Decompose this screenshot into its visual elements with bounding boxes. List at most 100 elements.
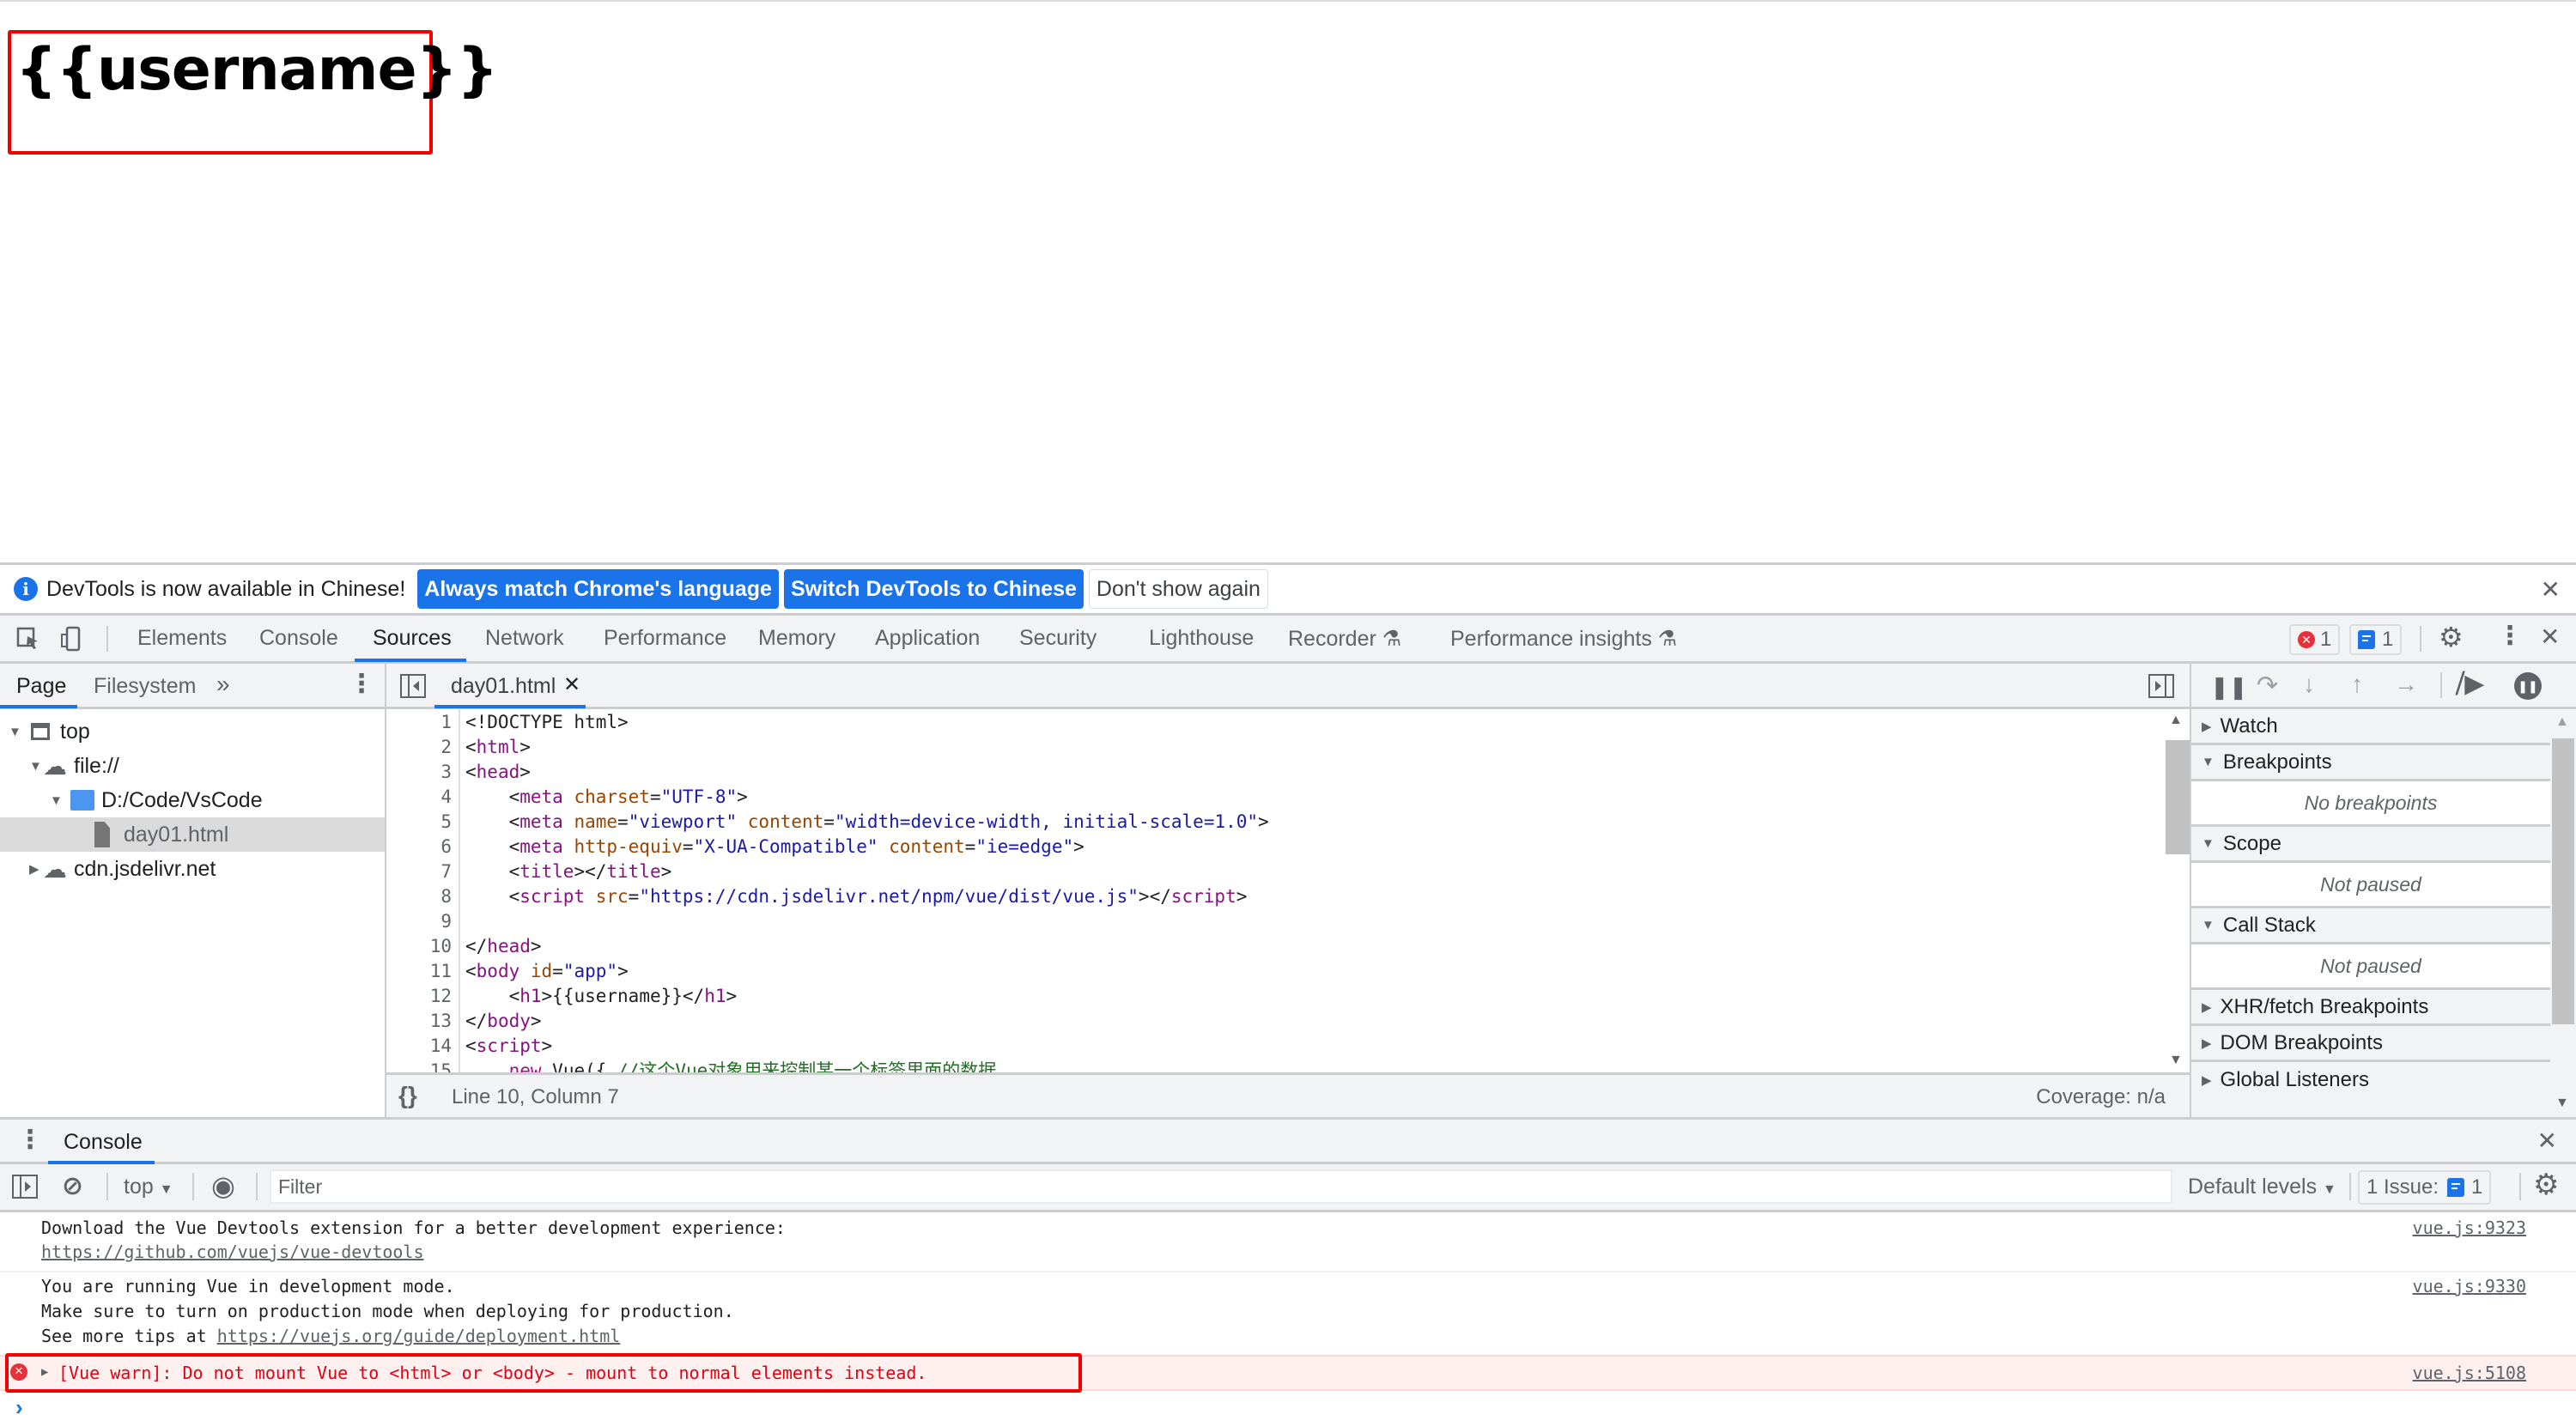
pretty-print-icon[interactable]: {} xyxy=(398,1082,417,1109)
device-toolbar-icon[interactable] xyxy=(60,626,86,656)
scroll-up-arrow-icon[interactable]: ▲ xyxy=(2555,714,2569,730)
error-count-badge[interactable]: ✕ 1 xyxy=(2289,624,2341,655)
debugger-scrollbar[interactable]: ▲ ▼ xyxy=(2550,709,2576,1117)
toolbar-divider xyxy=(2519,1173,2521,1200)
tab-lighthouse[interactable]: Lighthouse xyxy=(1149,626,1254,651)
message-source-link[interactable]: vue.js:9323 xyxy=(2413,1218,2526,1238)
pane-dom-breakpoints[interactable]: ▶ DOM Breakpoints xyxy=(2191,1026,2550,1062)
live-expression-eye-icon[interactable]: ◉ xyxy=(211,1169,235,1202)
toggle-debugger-icon[interactable] xyxy=(2148,674,2174,702)
tab-recorder[interactable]: Recorder ⚗ xyxy=(1288,626,1401,652)
pane-watch[interactable]: ▶ Watch xyxy=(2191,709,2550,745)
breakpoints-empty: No breakpoints xyxy=(2191,781,2550,827)
log-levels-label: Default levels xyxy=(2188,1175,2318,1199)
tab-network[interactable]: Network xyxy=(485,626,564,651)
issues-button[interactable]: 1 Issue: 1 xyxy=(2358,1170,2492,1205)
step-icon[interactable]: → xyxy=(2394,671,2418,698)
tab-console[interactable]: Console xyxy=(259,626,338,651)
pane-xhr-breakpoints[interactable]: ▶ XHR/fetch Breakpoints xyxy=(2191,990,2550,1026)
code-text: </head> xyxy=(465,936,542,956)
page-heading: {{username}} xyxy=(15,36,498,104)
scrollbar-thumb[interactable] xyxy=(2166,740,2190,854)
show-sidebar-icon[interactable] xyxy=(12,1175,38,1203)
tree-item-top[interactable]: ▼ top xyxy=(0,714,385,749)
log-levels-dropdown[interactable]: Default levels ▼ xyxy=(2188,1175,2336,1199)
context-selector[interactable]: top ▼ xyxy=(124,1175,173,1199)
tree-item-day01[interactable]: day01.html xyxy=(0,817,385,852)
message-link[interactable]: https://vuejs.org/guide/deployment.html xyxy=(217,1326,621,1346)
issues-count: 1 xyxy=(2471,1175,2483,1199)
pane-label: Global Listeners xyxy=(2220,1068,2369,1091)
tab-memory[interactable]: Memory xyxy=(758,626,835,651)
tree-item-file[interactable]: ▼ ☁ file:// xyxy=(0,749,385,783)
code-area[interactable]: 1 <!DOCTYPE html> 2 <html> 3 <head> 4 <meta… xyxy=(386,709,2164,1072)
issues-label: 1 Issue: xyxy=(2366,1175,2439,1199)
scroll-up-arrow-icon[interactable]: ▲ xyxy=(2169,713,2183,728)
navigator-tabs: Page Filesystem » ⋮ xyxy=(0,664,385,709)
tab-application[interactable]: Application xyxy=(875,626,980,651)
message-source-link[interactable]: vue.js:9330 xyxy=(2413,1276,2526,1296)
code-line: 3 <head> xyxy=(386,760,2155,785)
navigator-menu-icon[interactable]: ⋮ xyxy=(349,669,374,699)
message-source-link[interactable]: vue.js:5108 xyxy=(2413,1363,2526,1383)
message-link[interactable]: https://github.com/vuejs/vue-devtools xyxy=(41,1242,424,1262)
console-message: Download the Vue Devtools extension for … xyxy=(0,1212,2576,1272)
step-over-icon[interactable]: ↷ xyxy=(2257,671,2278,701)
navigator-tab-page[interactable]: Page xyxy=(16,674,66,699)
close-drawer-icon[interactable]: ✕ xyxy=(2537,1126,2557,1155)
code-line: 14 <script> xyxy=(386,1034,2155,1059)
message-prefix: See more tips at xyxy=(41,1326,217,1346)
close-tab-icon[interactable]: ✕ xyxy=(563,672,580,697)
tab-security[interactable]: Security xyxy=(1019,626,1097,651)
tab-performance[interactable]: Performance xyxy=(604,626,726,651)
close-infobar-icon[interactable]: ✕ xyxy=(2541,575,2561,604)
scroll-down-arrow-icon[interactable]: ▼ xyxy=(2555,1096,2569,1111)
pane-call-stack[interactable]: ▼ Call Stack xyxy=(2191,908,2550,944)
expanded-arrow-icon: ▼ xyxy=(2202,918,2215,932)
console-settings-gear-icon[interactable]: ⚙ xyxy=(2533,1168,2559,1202)
tree-item-folder[interactable]: ▼ D:/Code/VsCode xyxy=(0,783,385,817)
pane-scope[interactable]: ▼ Scope xyxy=(2191,827,2550,863)
close-devtools-icon[interactable]: ✕ xyxy=(2540,622,2560,651)
drawer-menu-icon[interactable]: ⋮ xyxy=(17,1125,43,1155)
scroll-down-arrow-icon[interactable]: ▼ xyxy=(2169,1053,2183,1068)
tab-performance-insights[interactable]: Performance insights ⚗ xyxy=(1450,626,1677,652)
message-count-badge[interactable]: 1 xyxy=(2349,624,2403,655)
code-line: 1 <!DOCTYPE html> xyxy=(386,710,2155,735)
tab-elements[interactable]: Elements xyxy=(137,626,227,651)
line-number: 1 xyxy=(440,712,452,732)
code-line: 4 <meta charset="UTF-8"> xyxy=(386,785,2155,810)
clear-console-icon[interactable]: ⊘ xyxy=(62,1171,83,1201)
console-message: You are running Vue in development mode.… xyxy=(0,1272,2576,1353)
console-filter-input[interactable]: Filter xyxy=(270,1169,2172,1204)
pause-script-icon[interactable]: ❚❚ xyxy=(2210,674,2248,701)
deactivate-breakpoints-icon[interactable]: ⧸▶ xyxy=(2456,669,2484,699)
line-number: 2 xyxy=(440,737,452,757)
settings-gear-icon[interactable]: ⚙ xyxy=(2439,621,2464,653)
pane-global-listeners[interactable]: ▶ Global Listeners xyxy=(2191,1062,2550,1098)
code-line: 12 <h1>{{username}}</h1> xyxy=(386,984,2155,1009)
pause-on-exceptions-icon[interactable]: ❚❚ xyxy=(2514,672,2542,700)
always-match-language-button[interactable]: Always match Chrome's language xyxy=(417,569,779,609)
tree-item-cdn[interactable]: ▶ ☁ cdn.jsdelivr.net xyxy=(0,852,385,886)
tab-sources[interactable]: Sources xyxy=(373,626,452,651)
navigator-tab-filesystem[interactable]: Filesystem xyxy=(94,674,196,699)
console-prompt-icon[interactable]: › xyxy=(15,1394,23,1421)
step-out-icon[interactable]: ↑ xyxy=(2351,671,2363,698)
line-number: 11 xyxy=(429,961,452,981)
step-into-icon[interactable]: ↓ xyxy=(2303,671,2315,698)
editor-scrollbar[interactable]: ▲ ▼ xyxy=(2164,709,2190,1072)
language-infobar: i DevTools is now available in Chinese! … xyxy=(0,562,2576,616)
console-toolbar: ⊘ top ▼ ◉ Filter Default levels ▼ 1 Issu… xyxy=(0,1164,2576,1212)
more-options-icon[interactable]: ⋮ xyxy=(2497,621,2523,651)
more-tabs-icon[interactable]: » xyxy=(216,671,230,698)
editor-tab-day01[interactable]: day01.html xyxy=(451,674,556,699)
dont-show-again-button[interactable]: Don't show again xyxy=(1088,569,1268,609)
switch-to-chinese-button[interactable]: Switch DevTools to Chinese xyxy=(783,569,1084,609)
pane-breakpoints[interactable]: ▼ Breakpoints xyxy=(2191,745,2550,781)
code-line: 6 <meta http-equiv="X-UA-Compatible" con… xyxy=(386,835,2155,859)
inspect-element-icon[interactable] xyxy=(15,626,41,656)
drawer-tab-console[interactable]: Console xyxy=(64,1130,143,1155)
scrollbar-thumb[interactable] xyxy=(2552,738,2574,1024)
toggle-navigator-icon[interactable] xyxy=(400,674,426,702)
